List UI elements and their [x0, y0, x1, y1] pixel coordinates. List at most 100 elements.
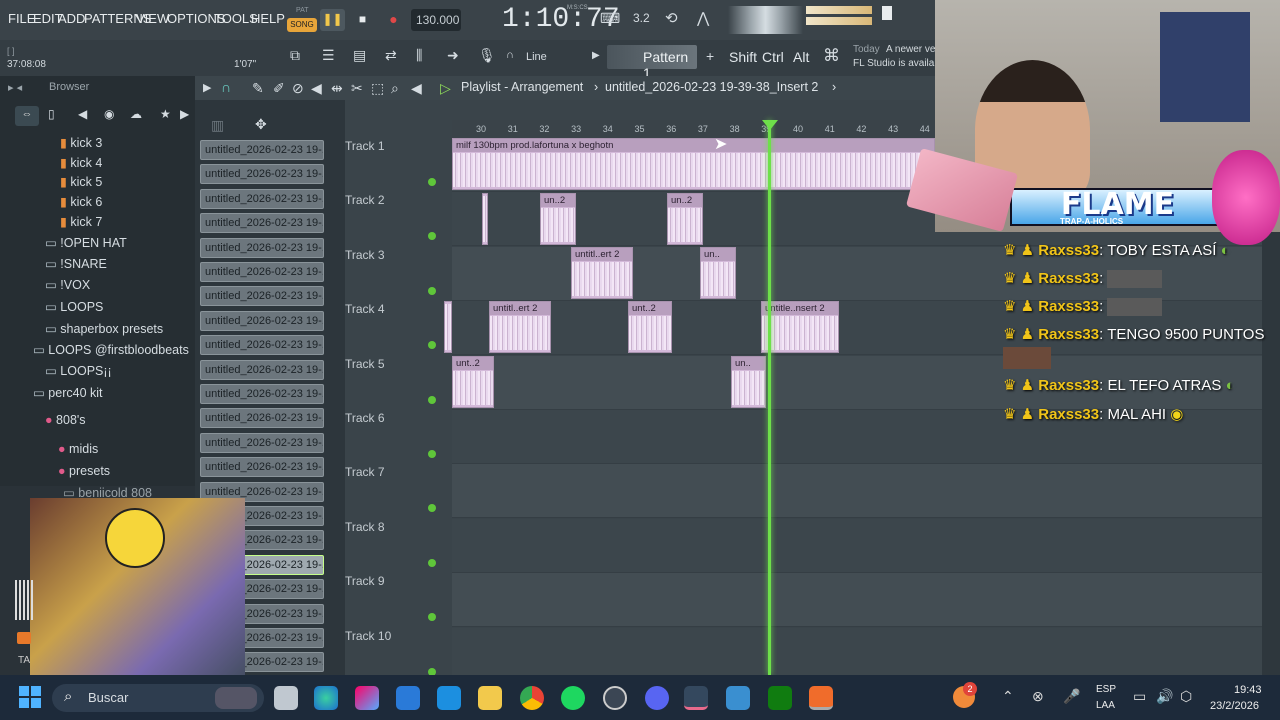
tempo-display[interactable]: 130.000 — [411, 9, 461, 31]
browser-item[interactable]: ▮ kick 7 — [60, 214, 102, 234]
piano-roll-icon[interactable]: ▤ — [353, 47, 366, 64]
channel-rack-icon[interactable]: ☰ — [322, 47, 335, 64]
browser-folder[interactable]: ● midis — [58, 442, 98, 462]
browser-folder[interactable]: ▭ LOOPS @firstbloodbeats — [33, 342, 189, 362]
menu-file[interactable]: FILE — [8, 11, 35, 26]
track-header[interactable]: Track 1 — [345, 139, 445, 153]
discord-icon[interactable] — [645, 686, 669, 710]
select-icon[interactable]: ⬚ — [371, 80, 384, 97]
clock-time[interactable]: 19:43 — [1234, 684, 1262, 696]
record-button[interactable]: ● — [381, 9, 406, 31]
track-mute-led[interactable] — [428, 286, 436, 295]
lang-primary[interactable]: ESP — [1096, 684, 1116, 695]
browser-item[interactable]: ▮ kick 4 — [60, 155, 102, 175]
clip-source-item[interactable]: untitled_2026-02-23 19-... — [200, 262, 324, 282]
news-text-1[interactable]: A newer ve — [886, 44, 935, 55]
add-pattern-icon[interactable]: + — [706, 48, 714, 64]
wait-icon[interactable]: ⟲ — [665, 9, 678, 27]
audio-clip[interactable]: unt..2 — [452, 356, 494, 408]
track-header[interactable]: Track 10 — [345, 629, 445, 643]
audio-clip[interactable]: un.. — [700, 247, 736, 299]
windows-start-icon[interactable] — [19, 686, 41, 708]
playback-icon[interactable]: ◀ — [411, 80, 422, 97]
track-header[interactable]: Track 8 — [345, 520, 445, 534]
globe-icon[interactable]: ◉ — [104, 107, 114, 121]
browser-item[interactable]: ▮ kick 6 — [60, 194, 102, 214]
arrow-right-icon[interactable]: ➜ — [447, 47, 459, 64]
paint-icon[interactable]: ✐ — [273, 80, 285, 97]
microphone-icon[interactable]: 🎙 — [478, 47, 496, 64]
pause-button[interactable]: ❚❚ — [320, 9, 345, 31]
clip-source-item[interactable]: untitled_2026-02-23 19-... — [200, 432, 324, 453]
pattern-selector[interactable]: Pattern 1 — [607, 45, 697, 81]
audio-clip[interactable]: untitl..ert 2 — [571, 247, 633, 299]
menu-view[interactable]: VIEW — [136, 11, 169, 26]
lang-secondary[interactable]: LAA — [1096, 700, 1115, 711]
playlist-menu-icon[interactable]: ▶ — [203, 81, 211, 94]
browser-arrows-icon[interactable]: ▸ ◂ — [8, 81, 22, 94]
clip-source-item[interactable]: untitled_2026-02-23 19-... — [200, 286, 324, 307]
slip-icon[interactable]: ⇹ — [331, 80, 343, 97]
snap-select[interactable]: Line — [526, 51, 547, 63]
track-mute-led[interactable] — [428, 395, 436, 404]
delete-icon[interactable]: ⊘ — [292, 80, 304, 97]
breadcrumb-next-icon[interactable]: › — [832, 80, 836, 94]
track-header[interactable]: Track 3 — [345, 248, 445, 262]
tray-mic-icon[interactable]: 🎤 — [1063, 688, 1080, 705]
track-mute-led[interactable] — [428, 178, 436, 186]
audio-clip[interactable]: untitle..nsert 2 — [761, 301, 839, 353]
star-icon[interactable]: ★ — [160, 107, 171, 121]
browser-item[interactable]: ▮ kick 5 — [60, 174, 102, 194]
track-header[interactable]: Track 7 — [345, 465, 445, 479]
menu-add[interactable]: ADD — [58, 11, 85, 26]
task-view-icon[interactable] — [274, 686, 298, 710]
audio-clip[interactable]: unt..2 — [628, 301, 672, 353]
xbox-icon[interactable] — [768, 686, 792, 710]
store-icon[interactable] — [396, 686, 420, 710]
audio-clip[interactable]: milf 130bpm prod.lafortuna x beghotn — [452, 138, 935, 190]
clip-source-item[interactable]: untitled_2026-02-23 19-... — [200, 188, 324, 209]
plugin-icon[interactable]: ⫼ — [416, 47, 422, 64]
track-header[interactable]: Track 2 — [345, 193, 445, 207]
browser-folder[interactable]: ▭ !SNARE — [45, 256, 107, 276]
zoom-icon[interactable]: ⌕ — [391, 80, 399, 97]
browser-folder[interactable]: ● 808's — [45, 413, 86, 433]
cloud-icon[interactable]: ☁ — [130, 107, 142, 121]
clip-source-item[interactable]: untitled_2026-02-23 19-... — [200, 310, 324, 331]
ctrl-key[interactable]: Ctrl — [762, 49, 784, 65]
metronome-icon[interactable]: ⋀ — [697, 9, 709, 27]
audio-clip[interactable]: un.. — [731, 356, 766, 408]
track-lane[interactable] — [452, 627, 1262, 682]
pattern-prev-icon[interactable]: ▶ — [592, 50, 600, 61]
chrome-icon[interactable] — [520, 686, 544, 710]
audio-clip[interactable]: un..2 — [667, 193, 703, 245]
file-icon[interactable]: ▯ — [48, 107, 55, 121]
audio-clip[interactable] — [482, 193, 488, 245]
keyboard-icon[interactable]: ⌨ — [600, 10, 622, 28]
outlook-icon[interactable] — [437, 686, 461, 710]
clip-source-item[interactable]: untitled_2026-02-23 19-... — [200, 213, 324, 234]
stop-button[interactable]: ■ — [350, 9, 375, 31]
obs-icon[interactable] — [603, 686, 627, 710]
tray-display-icon[interactable]: ▭ — [1133, 688, 1146, 705]
track-header[interactable]: Track 9 — [345, 574, 445, 588]
snap-magnet-icon[interactable]: ∩ — [506, 49, 514, 61]
speaker-icon[interactable]: ◀ — [78, 107, 87, 121]
spotify-icon[interactable] — [561, 686, 585, 710]
track-mute-led[interactable] — [428, 450, 436, 458]
browser-folder[interactable]: ▭ !VOX — [45, 277, 90, 297]
edge-icon[interactable] — [314, 686, 338, 710]
mixer-icon[interactable]: ⇄ — [385, 47, 397, 64]
clip-source-item[interactable]: untitled_2026-02-23 19-... — [200, 237, 324, 258]
track-header[interactable]: Track 4 — [345, 302, 445, 316]
pencil-icon[interactable]: ✎ — [252, 80, 264, 97]
alt-key[interactable]: Alt — [793, 49, 809, 65]
browser-folder[interactable]: ▭ perc40 kit — [33, 385, 103, 405]
steam-icon[interactable] — [684, 686, 708, 710]
clip-source-item[interactable]: untitled_2026-02-23 19-... — [200, 140, 324, 160]
track-lane[interactable] — [452, 464, 1262, 519]
track-header[interactable]: Track 5 — [345, 357, 445, 371]
playlist-view-icon[interactable]: ⧉ — [290, 47, 300, 64]
clip-source-item[interactable]: untitled_2026-02-23 19-... — [200, 164, 324, 185]
browser-all-icon[interactable]: ⇔ — [15, 106, 39, 126]
